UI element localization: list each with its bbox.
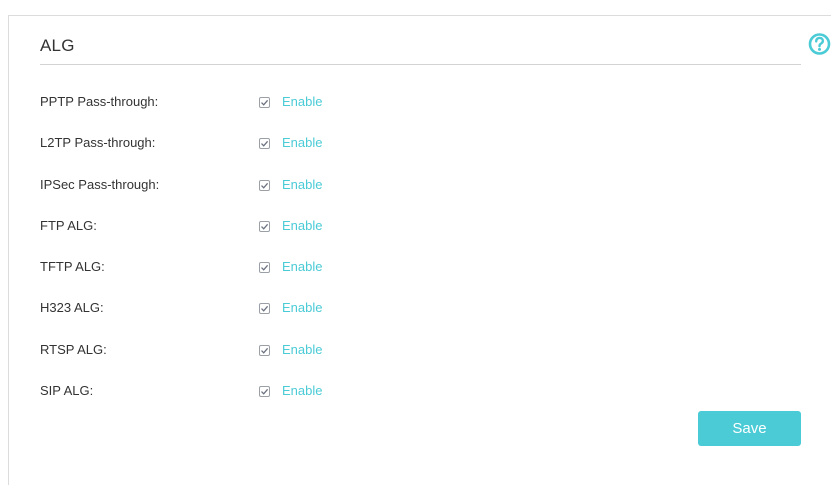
tftp-alg-row: TFTP ALG: Enable [40,257,360,277]
pptp-row: PPTP Pass-through: Enable [40,92,360,112]
rtsp-alg-row: RTSP ALG: Enable [40,340,360,360]
checkbox-checked-icon [259,179,270,191]
ftp-alg-enable-checkbox[interactable]: Enable [259,216,322,236]
checkbox-checked-icon [259,261,270,273]
rtsp-alg-enable-label: Enable [282,342,323,357]
l2tp-enable-label: Enable [282,135,323,150]
checkbox-checked-icon [259,344,270,356]
section-title: ALG [40,36,75,55]
pptp-enable-checkbox[interactable]: Enable [259,92,322,112]
sip-alg-enable-label: Enable [282,383,323,398]
ipsec-label: IPSec Pass-through: [40,177,160,192]
pptp-label: PPTP Pass-through: [40,94,159,109]
checkbox-checked-icon [259,137,270,149]
tftp-alg-label: TFTP ALG: [40,259,105,274]
ipsec-enable-checkbox[interactable]: Enable [259,175,322,195]
sip-alg-row: SIP ALG: Enable [40,381,360,401]
save-button[interactable]: Save [698,411,801,446]
sip-alg-label: SIP ALG: [40,383,94,398]
l2tp-label: L2TP Pass-through: [40,135,156,150]
tftp-alg-enable-label: Enable [282,259,323,274]
checkbox-checked-icon [259,385,270,397]
checkbox-checked-icon [259,220,270,232]
h323-alg-row: H323 ALG: Enable [40,298,360,318]
h323-alg-label: H323 ALG: [40,300,104,315]
sip-alg-enable-checkbox[interactable]: Enable [259,381,322,401]
ipsec-row: IPSec Pass-through: Enable [40,175,360,195]
l2tp-enable-checkbox[interactable]: Enable [259,133,322,153]
ipsec-enable-label: Enable [282,177,323,192]
section-divider [40,64,801,65]
rtsp-alg-label: RTSP ALG: [40,342,107,357]
pptp-enable-label: Enable [282,94,323,109]
ftp-alg-enable-label: Enable [282,218,323,233]
h323-alg-enable-checkbox[interactable]: Enable [259,298,322,318]
l2tp-row: L2TP Pass-through: Enable [40,133,360,153]
rtsp-alg-enable-checkbox[interactable]: Enable [259,340,322,360]
checkbox-checked-icon [259,302,270,314]
ftp-alg-row: FTP ALG: Enable [40,216,360,236]
checkbox-checked-icon [259,96,270,108]
tftp-alg-enable-checkbox[interactable]: Enable [259,257,322,277]
help-icon [808,33,831,55]
help-button[interactable] [808,31,831,57]
h323-alg-enable-label: Enable [282,300,323,315]
ftp-alg-label: FTP ALG: [40,218,97,233]
